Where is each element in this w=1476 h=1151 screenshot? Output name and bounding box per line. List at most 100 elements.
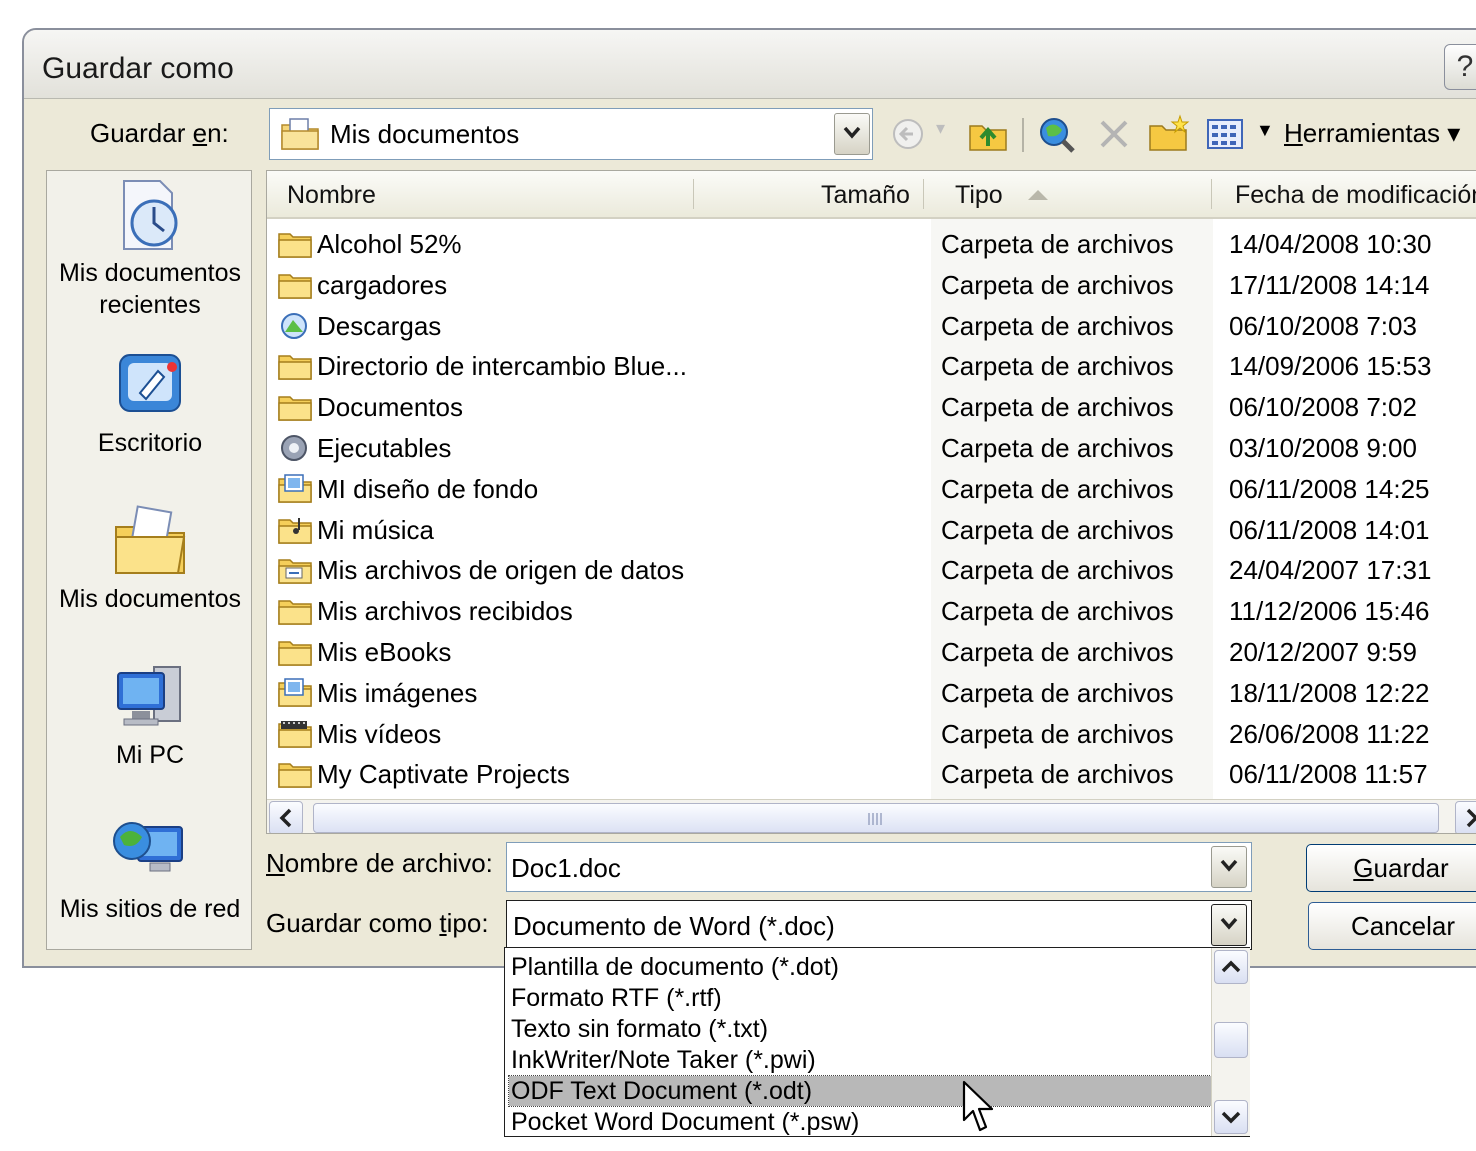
file-name: Descargas	[317, 310, 442, 341]
filetype-option[interactable]: ODF Text Document (*.odt)	[508, 1075, 1212, 1107]
folder-icon	[278, 396, 312, 421]
vertical-scrollbar[interactable]	[1211, 948, 1250, 1136]
file-type: Carpeta de archivos	[941, 596, 1174, 627]
file-type: Carpeta de archivos	[941, 269, 1174, 300]
place-my-computer[interactable]: Mi PC	[47, 659, 253, 771]
file-name: Mi música	[317, 514, 435, 545]
file-type: Carpeta de archivos	[941, 229, 1174, 259]
grip-icon	[868, 813, 882, 825]
filetype-value: Documento de Word (*.doc)	[513, 911, 835, 941]
place-label: Escritorio	[97, 429, 203, 457]
back-dropdown-icon[interactable]: ▾	[936, 118, 945, 139]
filetype-option[interactable]: Texto sin formato (*.txt)	[509, 1014, 1211, 1044]
column-header-row: Nombre Tamaño Tipo Fecha de modificación	[267, 171, 1476, 219]
file-list[interactable]: Nombre Tamaño Tipo Fecha de modificación…	[266, 170, 1476, 834]
filetype-option[interactable]: InkWriter/Note Taker (*.pwi)	[509, 1045, 1211, 1075]
tools-menu[interactable]: Herramientas ▾	[1284, 118, 1460, 149]
filename-label: Nombre de archivo:	[266, 848, 493, 878]
back-icon[interactable]	[888, 112, 928, 156]
places-bar: Mis documentos recientes Escritorio Mis …	[46, 170, 252, 950]
column-separator[interactable]	[693, 179, 694, 209]
filetype-select[interactable]: Documento de Word (*.doc)	[506, 900, 1252, 950]
filetype-dropdown-list[interactable]: Plantilla de documento (*.dot) Formato RT…	[504, 947, 1250, 1137]
table-row[interactable]: MI diseño de fondo Carpeta de archivos 06/…	[267, 468, 1476, 508]
table-row[interactable]: Mis archivos de origen de datos Carpeta d…	[267, 549, 1476, 589]
file-date: 06/11/2008 11:57	[1229, 759, 1428, 790]
views-icon[interactable]	[1204, 112, 1248, 156]
folder-icon	[278, 233, 312, 258]
file-type: Carpeta de archivos	[941, 637, 1174, 667]
scroll-left-button[interactable]	[269, 801, 303, 833]
help-button[interactable]: ?	[1444, 44, 1476, 90]
views-dropdown-icon[interactable]: ▼	[1256, 120, 1274, 141]
file-date: 17/11/2008 14:14	[1229, 269, 1430, 300]
place-label: Mis documentos recientes	[58, 259, 242, 319]
file-date: 20/12/2007 9:59	[1229, 637, 1417, 667]
file-type: Carpeta de archivos	[941, 433, 1174, 463]
toolbar-separator	[1022, 118, 1024, 152]
file-date: 06/10/2008 7:02	[1229, 392, 1417, 423]
filename-input[interactable]: Doc1.doc	[506, 842, 1252, 892]
table-row[interactable]: Mis vídeos Carpeta de archivos 26/06/2008 …	[267, 713, 1476, 753]
folder-icon	[278, 763, 312, 789]
filetype-option[interactable]: Plantilla de documento (*.dot)	[509, 952, 1211, 982]
table-row[interactable]: Alcohol 52% Carpeta de archivos 14/04/2008…	[267, 223, 1476, 263]
table-row[interactable]: Mis archivos recibidos Carpeta de archivo…	[267, 590, 1476, 630]
data-sources-folder-icon	[278, 559, 312, 585]
pictures-folder-icon	[278, 474, 312, 503]
column-header-size[interactable]: Tamaño	[821, 181, 910, 210]
file-name: Mis eBooks	[317, 637, 452, 667]
folder-icon	[278, 641, 312, 666]
filetype-option[interactable]: Formato RTF (*.rtf)	[509, 983, 1211, 1013]
scroll-right-button[interactable]	[1455, 801, 1476, 833]
filename-value: Doc1.doc	[511, 853, 621, 883]
chevron-down-icon	[1220, 917, 1238, 930]
chevron-down-icon	[1221, 1111, 1241, 1124]
file-date: 03/10/2008 9:00	[1229, 433, 1417, 463]
scroll-up-button[interactable]	[1214, 950, 1248, 984]
dialog-title: Guardar como	[42, 52, 234, 85]
horizontal-scrollbar[interactable]	[267, 799, 1476, 833]
file-date: 24/04/2007 17:31	[1229, 555, 1432, 586]
scroll-down-button[interactable]	[1214, 1100, 1248, 1134]
scroll-thumb[interactable]	[1214, 1022, 1248, 1058]
table-row[interactable]: Descargas Carpeta de archivos 06/10/2008 7…	[267, 305, 1476, 345]
table-row[interactable]: Directorio de intercambio Blue... Carpeta…	[267, 345, 1476, 385]
table-row[interactable]: Mi música Carpeta de archivos 06/11/2008 1…	[267, 509, 1476, 549]
chevron-right-icon	[1466, 808, 1476, 828]
cancel-button[interactable]: Cancelar	[1308, 902, 1476, 950]
table-row[interactable]: Mis imágenes Carpeta de archivos 18/11/200…	[267, 672, 1476, 712]
file-type: Carpeta de archivos	[941, 310, 1174, 341]
file-name: cargadores	[317, 269, 448, 300]
save-button[interactable]: Guardar	[1306, 844, 1476, 892]
look-in-dropdown-button[interactable]	[834, 113, 870, 155]
table-row[interactable]: My Captivate Projects Carpeta de archivos…	[267, 753, 1476, 793]
table-row[interactable]: Mis eBooks Carpeta de archivos 20/12/2007 …	[267, 631, 1476, 671]
place-network[interactable]: Mis sitios de red	[47, 813, 253, 925]
column-separator[interactable]	[923, 179, 924, 209]
search-web-icon[interactable]	[1036, 112, 1080, 156]
file-date: 14/09/2006 15:53	[1229, 351, 1432, 382]
filetype-option[interactable]: Pocket Word Document (*.psw)	[509, 1107, 1211, 1137]
folder-icon	[278, 600, 312, 625]
file-name: Directorio de intercambio Blue...	[317, 351, 687, 382]
place-my-documents[interactable]: Mis documentos	[47, 503, 253, 615]
look-in-combo[interactable]: Mis documentos	[269, 108, 873, 160]
place-desktop[interactable]: Escritorio	[47, 347, 253, 459]
table-row[interactable]: cargadores Carpeta de archivos 17/11/2008 …	[267, 264, 1476, 304]
new-folder-icon[interactable]	[1146, 112, 1190, 156]
column-header-type[interactable]: Tipo	[955, 181, 1003, 210]
column-header-name[interactable]: Nombre	[287, 181, 376, 210]
scroll-thumb[interactable]	[313, 803, 1439, 833]
up-one-level-icon[interactable]	[966, 112, 1010, 156]
column-separator[interactable]	[1211, 179, 1212, 209]
delete-icon[interactable]	[1094, 112, 1134, 156]
filetype-dropdown-button[interactable]	[1211, 904, 1247, 946]
filename-dropdown-button[interactable]	[1211, 846, 1247, 888]
save-as-dialog: Guardar como ? Guardar en: Mis documento…	[22, 28, 1476, 968]
place-recent-documents[interactable]: Mis documentos recientes	[47, 177, 253, 321]
table-row[interactable]: Ejecutables Carpeta de archivos 03/10/2008…	[267, 427, 1476, 467]
column-header-date[interactable]: Fecha de modificación	[1235, 181, 1476, 210]
table-row[interactable]: Documentos Carpeta de archivos 06/10/2008 …	[267, 386, 1476, 426]
my-computer-icon	[117, 666, 181, 726]
